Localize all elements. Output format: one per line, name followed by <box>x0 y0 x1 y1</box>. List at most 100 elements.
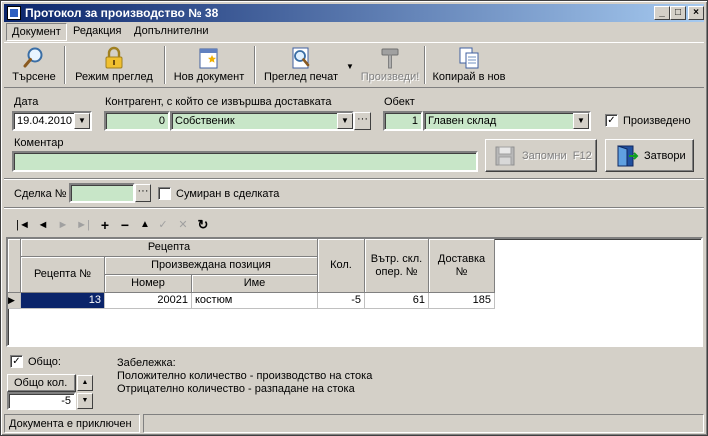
window-title: Протокол за производство № 38 <box>25 6 219 20</box>
close-form-button[interactable]: Затвори <box>605 139 694 172</box>
save-button-label: Запомни F12 <box>522 150 592 162</box>
toolbar-separator <box>254 46 256 84</box>
name-header[interactable]: Име <box>192 275 318 293</box>
contractor-dropdown-icon[interactable]: ▼ <box>337 113 353 129</box>
door-exit-icon <box>617 145 639 167</box>
menu-bar: Документ Редакция Допълнителни <box>4 23 704 41</box>
hammer-icon <box>381 48 399 69</box>
recipe-group-header[interactable]: Рецепта <box>21 239 318 257</box>
note-line-negative: Отрицателно количество - разпадане на ст… <box>117 383 355 395</box>
contractor-label: Контрагент, с който се извършва доставка… <box>105 96 332 108</box>
produce-button[interactable]: Произведи! <box>358 43 422 87</box>
qty-cell[interactable]: -5 <box>318 293 365 309</box>
object-label: Обект <box>384 96 415 108</box>
menu-additional[interactable]: Допълнителни <box>129 23 213 41</box>
lock-icon <box>105 46 123 69</box>
close-form-button-label: Затвори <box>644 150 686 162</box>
new-document-icon <box>199 48 218 69</box>
close-button[interactable]: × <box>688 6 704 20</box>
new-document-button[interactable]: Нов документ <box>168 43 250 87</box>
nav-first-icon[interactable]: |◄ <box>15 217 31 233</box>
toolbar-separator <box>164 46 166 84</box>
grid-indicator-header <box>8 239 21 293</box>
protocol-window: Протокол за производство № 38 _ □ × Доку… <box>0 0 708 436</box>
print-preview-button[interactable]: Преглед печат <box>258 43 344 87</box>
nav-delete-icon[interactable]: − <box>117 217 133 233</box>
contractor-lookup-button[interactable]: ··· <box>354 112 371 130</box>
separator <box>4 178 704 180</box>
object-code-field[interactable]: 1 <box>383 111 423 131</box>
comment-label: Коментар <box>14 137 64 149</box>
produced-checkbox[interactable]: ✓ <box>605 114 618 127</box>
qty-header[interactable]: Кол. <box>318 239 365 293</box>
deal-number-field[interactable] <box>69 183 135 203</box>
search-button[interactable]: Търсене <box>6 43 62 87</box>
nav-next-icon[interactable]: ► <box>55 217 71 233</box>
toolbar-separator <box>64 46 66 84</box>
contractor-code-field[interactable]: 0 <box>104 111 170 131</box>
search-label: Търсене <box>12 71 56 83</box>
object-dropdown-icon[interactable]: ▼ <box>573 113 589 129</box>
name-cell[interactable]: костюм <box>192 293 318 309</box>
recipe-no-header[interactable]: Рецепта № <box>21 257 105 293</box>
nav-cancel-icon[interactable]: ✕ <box>175 217 191 233</box>
summed-in-deal-label[interactable]: Сумиран в сделката <box>176 188 279 200</box>
total-label[interactable]: Общо: <box>28 356 61 368</box>
produce-label: Произведи! <box>360 71 420 83</box>
nav-refresh-icon[interactable]: ↻ <box>195 217 211 233</box>
total-checkbox[interactable]: ✓ <box>10 355 23 368</box>
delivery-header[interactable]: Доставка № <box>429 239 495 293</box>
total-qty-scroll-up-icon[interactable]: ▲ <box>77 375 93 391</box>
produced-label[interactable]: Произведено <box>623 115 691 127</box>
status-panel-empty <box>143 414 704 433</box>
summed-in-deal-checkbox[interactable] <box>158 187 171 200</box>
recipe-grid[interactable]: Рецепта Рецепта № Произвеждана позиция Н… <box>6 237 703 347</box>
status-text: Документа е приключен <box>4 414 140 433</box>
total-qty-label: Общо кол. <box>14 377 68 389</box>
magnifier-icon <box>23 47 43 68</box>
nav-last-icon[interactable]: ►| <box>75 217 91 233</box>
copy-documents-icon <box>459 47 479 69</box>
internal-op-header[interactable]: Вътр. скл. опер. № <box>365 239 429 293</box>
internal-op-cell[interactable]: 61 <box>365 293 429 309</box>
object-name-value: Главен склад <box>428 115 497 127</box>
nav-insert-icon[interactable]: + <box>97 217 113 233</box>
view-mode-button[interactable]: Режим преглед <box>68 43 160 87</box>
number-cell[interactable]: 20021 <box>105 293 192 309</box>
view-mode-label: Режим преглед <box>75 71 153 83</box>
title-bar[interactable]: Протокол за производство № 38 _ □ × <box>4 4 704 22</box>
date-dropdown-icon[interactable]: ▼ <box>74 113 90 129</box>
produced-item-header[interactable]: Произвеждана позиция <box>105 257 318 275</box>
deal-label: Сделка № <box>14 188 67 200</box>
menu-edit[interactable]: Редакция <box>68 23 126 41</box>
comment-field[interactable] <box>12 151 478 172</box>
maximize-button[interactable]: □ <box>670 6 686 20</box>
nav-post-icon[interactable]: ✓ <box>155 217 171 233</box>
delivery-cell[interactable]: 185 <box>429 293 495 309</box>
object-name-field[interactable]: Главен склад <box>423 111 591 131</box>
copy-to-new-button[interactable]: Копирай в нов <box>428 43 510 87</box>
print-preview-icon <box>292 47 310 69</box>
minimize-button[interactable]: _ <box>654 6 670 20</box>
contractor-name-field[interactable]: Собственик <box>170 111 354 131</box>
save-button[interactable]: Запомни F12 <box>485 139 597 172</box>
number-header[interactable]: Номер <box>105 275 192 293</box>
floppy-disk-icon <box>495 146 515 166</box>
toolbar: Търсене Режим преглед Нов документ Прегл… <box>4 42 704 88</box>
separator <box>4 207 704 209</box>
contractor-name-value: Собственик <box>175 115 235 127</box>
date-value: 19.04.2010 <box>17 115 73 127</box>
menu-document[interactable]: Документ <box>6 23 67 41</box>
note-title: Забележка: <box>117 357 176 369</box>
total-qty-field: -5 <box>7 392 76 410</box>
total-qty-scroll-down-icon[interactable]: ▼ <box>77 393 93 409</box>
note-line-positive: Положително количество - производство на… <box>117 370 373 382</box>
print-preview-dropdown-icon[interactable]: ▼ <box>346 62 354 71</box>
nav-prior-icon[interactable]: ◄ <box>35 217 51 233</box>
deal-lookup-button[interactable]: ··· <box>135 184 151 202</box>
nav-edit-icon[interactable]: ▲ <box>137 217 153 233</box>
recipe-no-cell[interactable]: 13 <box>21 293 105 309</box>
contractor-code-value: 0 <box>158 115 165 127</box>
current-row-indicator-icon: ▶ <box>8 293 21 309</box>
copy-to-new-label: Копирай в нов <box>432 71 506 83</box>
